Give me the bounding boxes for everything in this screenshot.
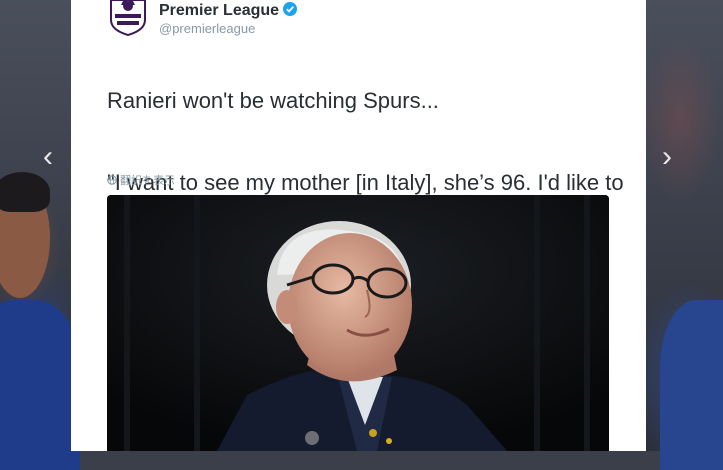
author-handle[interactable]: @premierleague bbox=[159, 21, 255, 36]
ranieri-photo bbox=[107, 195, 609, 451]
background-player-right bbox=[660, 300, 723, 470]
tweet-photo[interactable] bbox=[107, 195, 609, 451]
verified-badge-icon bbox=[283, 2, 298, 16]
chevron-left-icon[interactable]: ‹ bbox=[33, 140, 63, 174]
author-name-text[interactable]: Premier League bbox=[159, 2, 279, 19]
background-player-left-hair bbox=[0, 172, 50, 212]
tweet-card: Premier League @premierleague Ranieri wo… bbox=[71, 0, 646, 451]
tweet-text-line: Ranieri won't be watching Spurs... bbox=[107, 88, 439, 113]
chevron-right-icon[interactable]: › bbox=[652, 140, 682, 174]
globe-icon bbox=[107, 175, 117, 185]
translate-label[interactable]: 翻訳を表示 bbox=[120, 175, 175, 187]
background-player-left bbox=[0, 300, 80, 470]
premier-league-lion-logo[interactable] bbox=[107, 0, 149, 36]
tweet-header: Premier League @premierleague bbox=[107, 0, 507, 40]
translate-link[interactable]: 翻訳を表示 bbox=[107, 172, 175, 188]
author-display-name[interactable]: Premier League bbox=[159, 2, 298, 20]
